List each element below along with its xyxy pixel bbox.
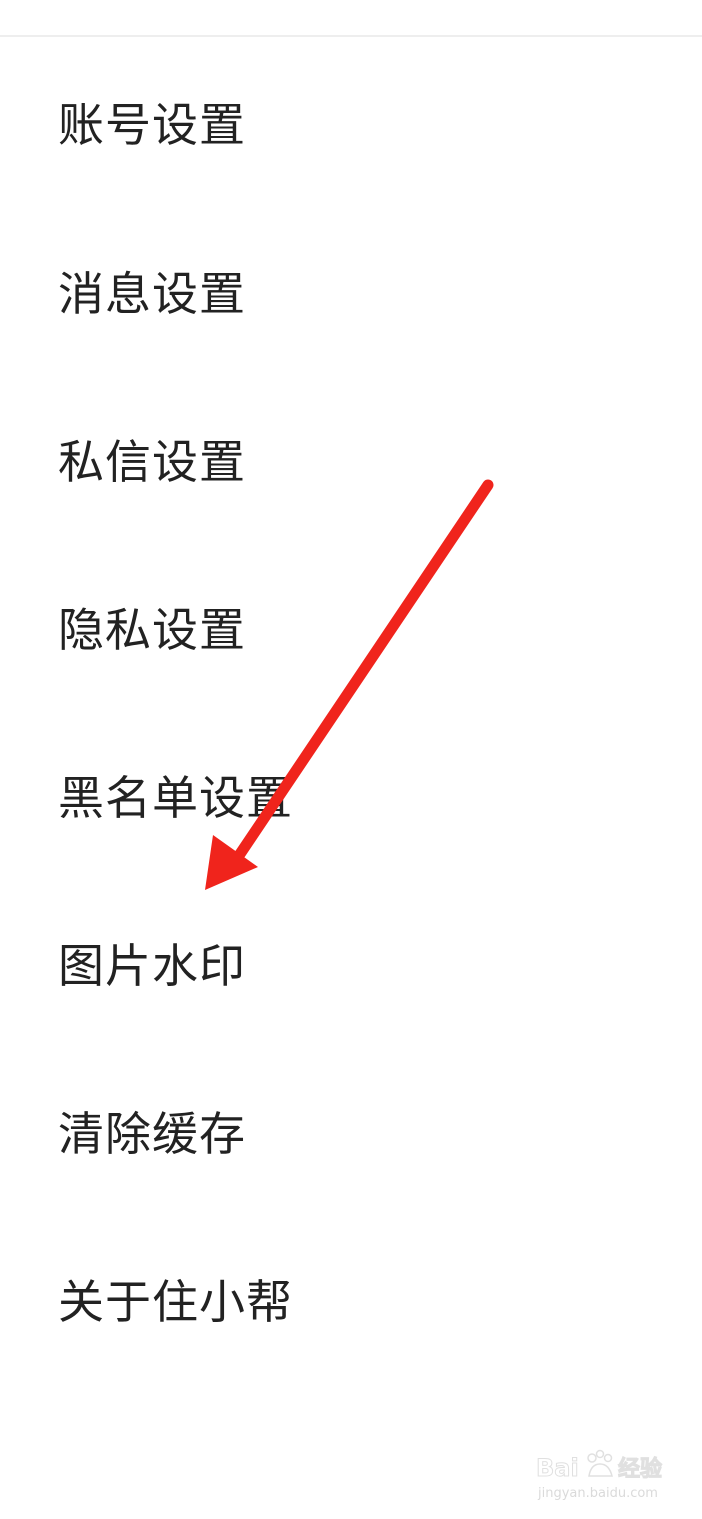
settings-item-label: 消息设置 <box>58 267 246 321</box>
settings-list: 账号设置 消息设置 私信设置 隐私设置 黑名单设置 图片水印 清除缓存 关于住小… <box>0 40 702 1386</box>
settings-item-clear-cache[interactable]: 清除缓存 <box>0 1050 702 1218</box>
settings-item-label: 隐私设置 <box>58 603 246 657</box>
settings-item-message[interactable]: 消息设置 <box>0 210 702 378</box>
settings-item-label: 黑名单设置 <box>58 771 293 825</box>
baidu-jingyan-watermark: Bai 经验 jingyan.baidu.com <box>534 1440 674 1504</box>
settings-item-label: 关于住小帮 <box>58 1275 293 1329</box>
settings-item-about[interactable]: 关于住小帮 <box>0 1218 702 1386</box>
settings-item-image-watermark[interactable]: 图片水印 <box>0 882 702 1050</box>
settings-item-label: 图片水印 <box>58 939 246 993</box>
baidu-jingyan-logo-icon: Bai 经验 <box>536 1449 663 1483</box>
settings-item-account[interactable]: 账号设置 <box>0 40 702 210</box>
svg-text:Bai: Bai <box>536 1454 579 1482</box>
settings-item-label: 账号设置 <box>58 98 246 152</box>
settings-item-privacy[interactable]: 隐私设置 <box>0 546 702 714</box>
svg-text:经验: 经验 <box>618 1456 662 1482</box>
top-divider <box>0 35 702 37</box>
settings-item-blacklist[interactable]: 黑名单设置 <box>0 714 702 882</box>
watermark-url: jingyan.baidu.com <box>538 1486 658 1501</box>
settings-item-label: 清除缓存 <box>58 1107 246 1161</box>
settings-item-private-message[interactable]: 私信设置 <box>0 378 702 546</box>
settings-item-label: 私信设置 <box>58 435 246 489</box>
